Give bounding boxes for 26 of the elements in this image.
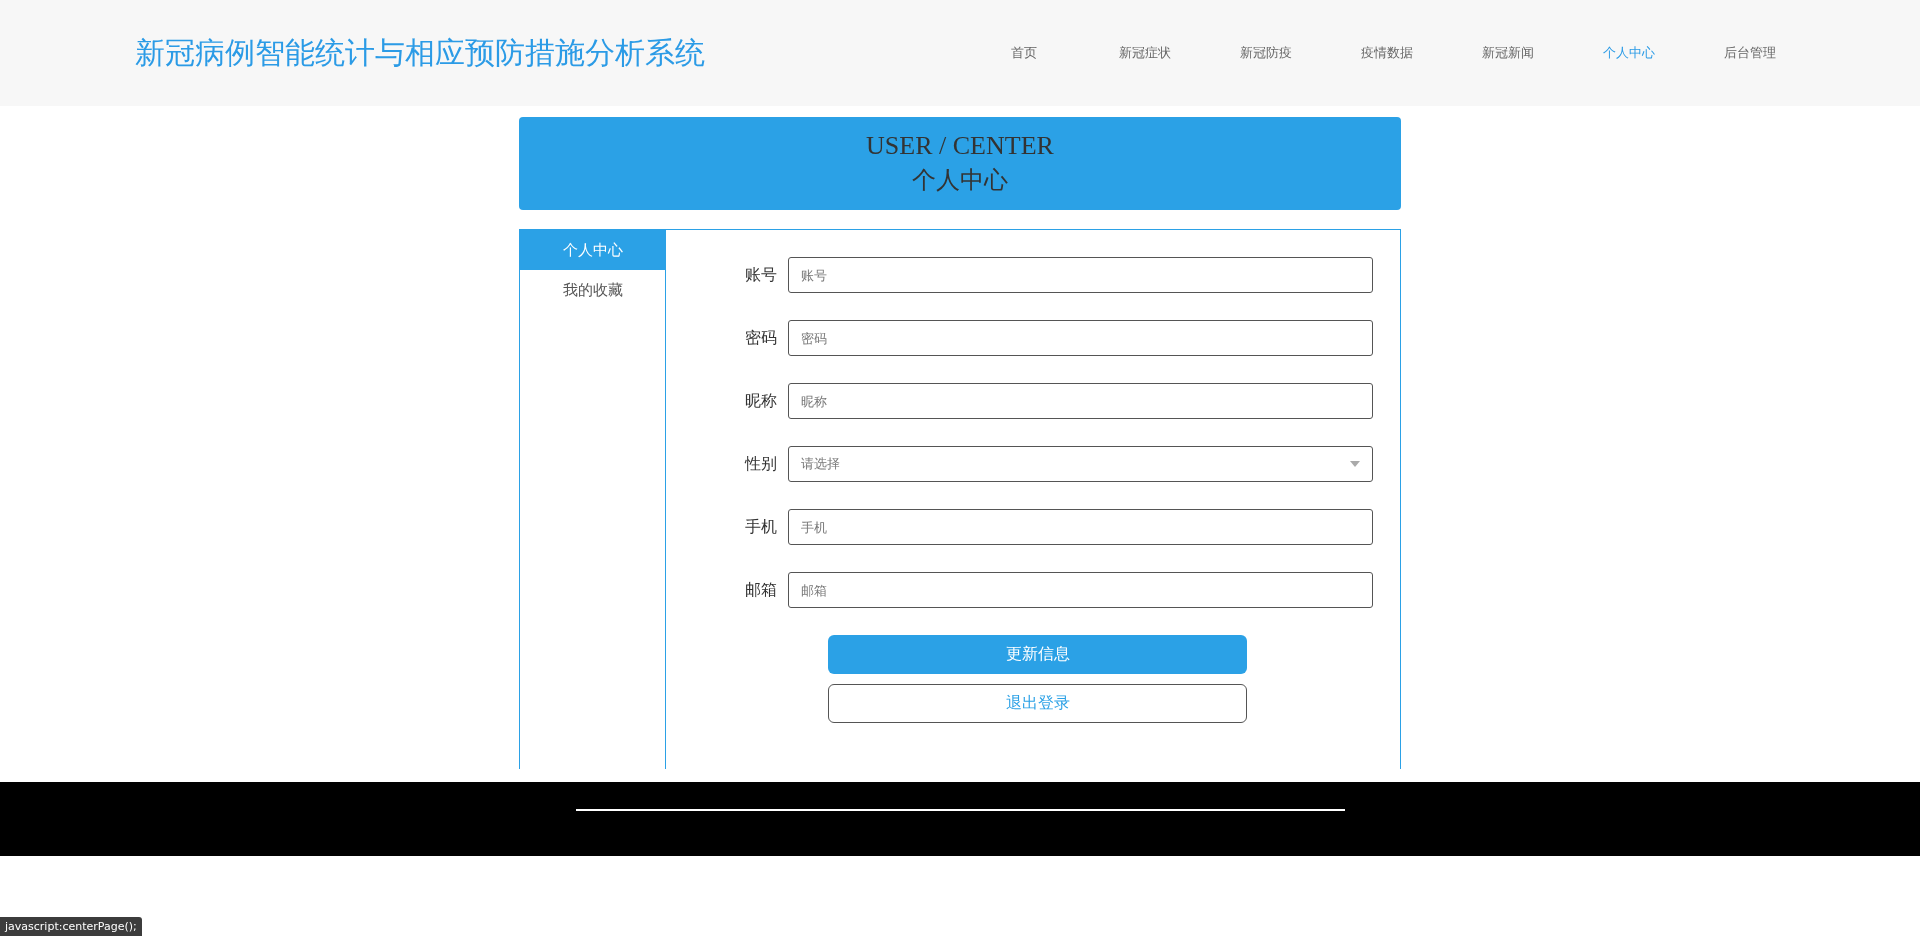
input-field[interactable]: 账号	[788, 257, 1373, 293]
status-url: javascript:centerPage();	[0, 917, 142, 936]
nav-link[interactable]: 疫情数据	[1326, 44, 1447, 62]
field-label: 账号	[744, 264, 778, 286]
banner-subtitle: 个人中心	[912, 164, 1008, 196]
nav-link[interactable]: 后台管理	[1689, 44, 1810, 62]
select-placeholder: 请选择	[801, 455, 840, 473]
nav-link[interactable]: 新冠症状	[1084, 44, 1205, 62]
site-title: 新冠病例智能统计与相应预防措施分析系统	[135, 33, 706, 72]
input-field[interactable]: 密码	[788, 320, 1373, 356]
input-field[interactable]: 邮箱	[788, 572, 1373, 608]
caret-icon	[1350, 461, 1360, 467]
banner-title: USER / CENTER	[866, 129, 1054, 162]
nav-link[interactable]: 新冠防疫	[1205, 44, 1326, 62]
field-label: 性别	[743, 453, 778, 475]
nav-link[interactable]: 首页	[963, 44, 1084, 62]
input-field[interactable]: 昵称	[788, 383, 1373, 419]
field-label: 手机	[744, 516, 778, 538]
logout-button[interactable]: 退出登录	[828, 684, 1247, 723]
input-field[interactable]: 手机	[788, 509, 1373, 545]
field-label: 昵称	[744, 390, 778, 412]
sidebar-item[interactable]: 我的收藏	[520, 270, 665, 310]
nav-link[interactable]: 新冠新闻	[1447, 44, 1568, 62]
select-field[interactable]: 请选择	[788, 446, 1373, 482]
field-label: 邮箱	[744, 579, 778, 601]
field-label: 密码	[744, 327, 778, 349]
